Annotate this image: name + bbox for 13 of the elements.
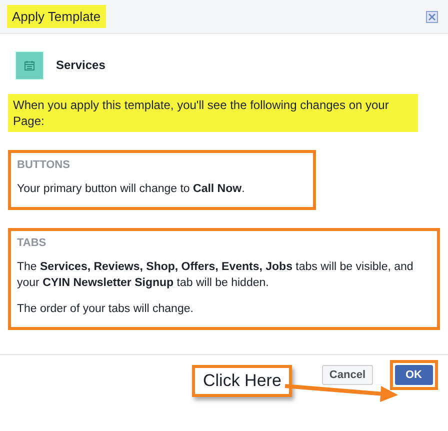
close-icon[interactable] — [426, 10, 438, 22]
callout-label: Click Here — [192, 365, 292, 397]
section-text: The order of your tabs will change. — [17, 302, 194, 317]
section-text: The Services, Reviews, Shop, Offers, Events, Jobs tabs will be visible, and your CYIN Newsletter Signup tab will be hidden. — [17, 260, 414, 291]
cancel-button[interactable]: Cancel — [322, 365, 372, 385]
section-heading: BUTTONS — [17, 159, 71, 171]
section-text: Your primary button will change to Call Now. — [17, 182, 246, 197]
notice-text: When you apply this template, you'll see the following changes on your Page: — [8, 94, 418, 132]
section-heading: TABS — [17, 237, 48, 249]
template-name: Services — [56, 58, 106, 72]
dialog-title: Apply Template — [7, 5, 106, 28]
ok-button[interactable]: OK — [394, 365, 433, 385]
calendar-icon — [24, 60, 35, 70]
